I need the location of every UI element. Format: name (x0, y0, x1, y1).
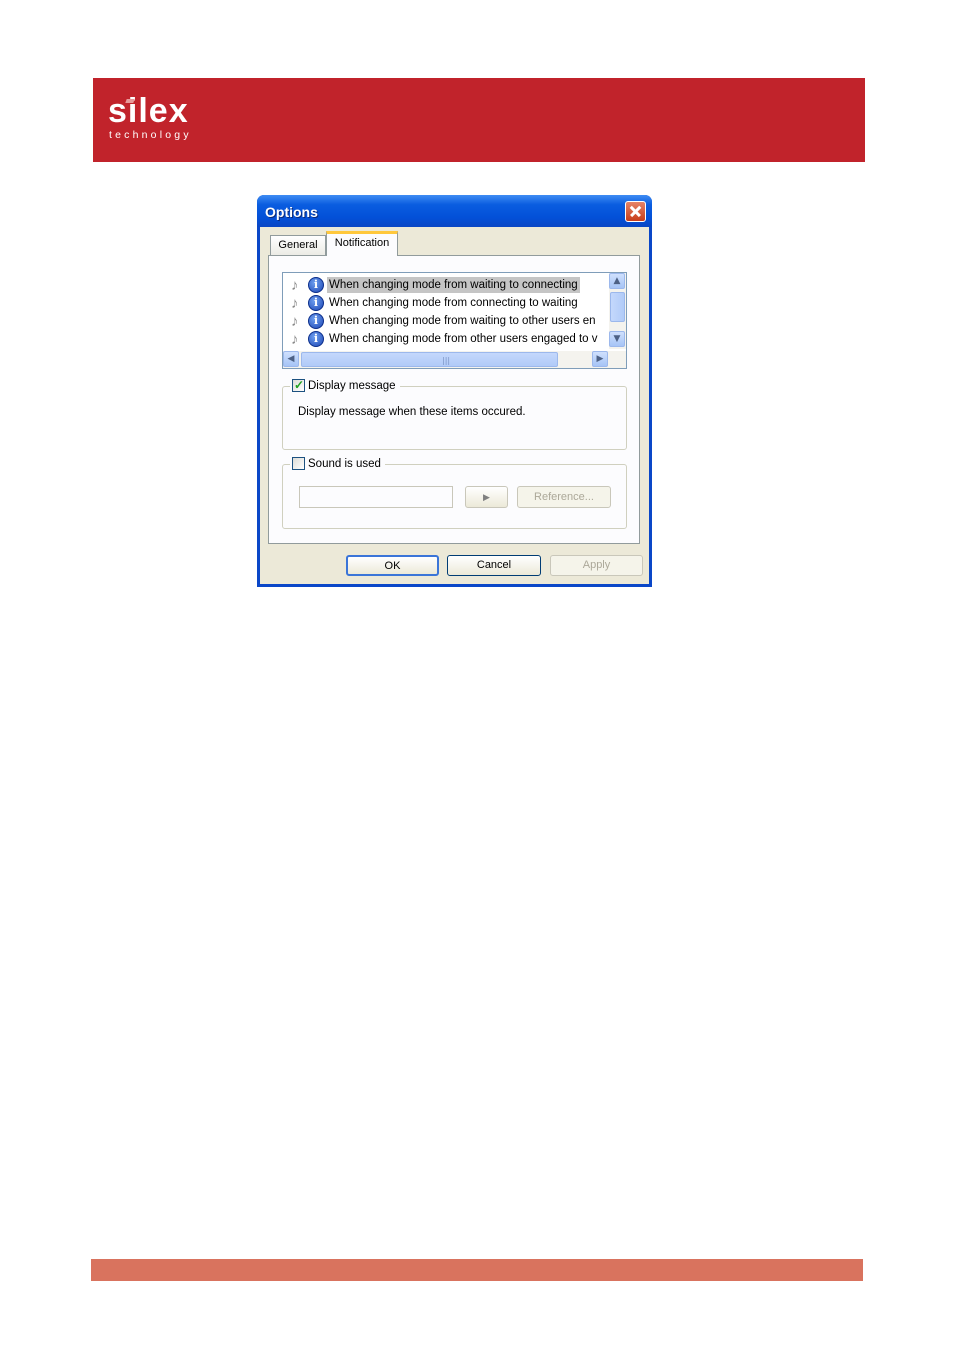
list-item[interactable]: ♪ i When changing mode from connecting t… (287, 294, 607, 312)
sound-note-icon: ♪ (291, 331, 299, 348)
sound-note-icon: ♪ (291, 313, 299, 330)
cancel-button[interactable]: Cancel (447, 555, 541, 576)
reference-button[interactable]: Reference... (517, 486, 611, 508)
list-item[interactable]: ♪ i When changing mode from other users … (287, 330, 607, 348)
sound-file-field[interactable] (299, 486, 453, 508)
list-item[interactable]: ♪ i When changing mode from waiting to c… (287, 276, 607, 294)
options-dialog: Options General Notification ♪ i When ch… (257, 195, 652, 587)
list-item-label: When changing mode from waiting to conne… (327, 277, 580, 293)
display-message-checkbox[interactable] (292, 377, 305, 393)
sound-group: Sound is used ▶ Reference... (282, 456, 627, 529)
info-icon: i (308, 331, 324, 347)
horizontal-scrollbar[interactable]: ◀ ||| ▶ (283, 351, 626, 368)
display-message-description: Display message when these items occured… (298, 406, 526, 418)
brand-header: silex technology (93, 78, 865, 162)
display-message-toggle[interactable]: Display message (290, 377, 400, 394)
apply-button[interactable]: Apply (550, 555, 643, 576)
logo-tagline: technology (109, 129, 192, 141)
vertical-scrollbar[interactable]: ▲ ▼ (609, 273, 626, 349)
tab-general[interactable]: General (270, 235, 326, 255)
scroll-down-icon[interactable]: ▼ (609, 331, 625, 347)
dialog-titlebar[interactable]: Options (257, 195, 652, 227)
sound-checkbox[interactable] (292, 457, 305, 470)
silex-logo: silex (108, 92, 189, 130)
list-item-label: When changing mode from connecting to wa… (329, 297, 578, 309)
vertical-scroll-thumb[interactable] (610, 292, 625, 322)
list-item-label: When changing mode from other users enga… (329, 333, 598, 345)
scroll-right-icon[interactable]: ▶ (592, 351, 608, 367)
scroll-grip-icon: ||| (442, 356, 451, 365)
list-item-label: When changing mode from waiting to other… (329, 315, 596, 327)
info-icon: i (308, 277, 324, 293)
footer-bar (91, 1259, 863, 1281)
display-message-group: Display message Display message when the… (282, 377, 627, 450)
horizontal-scroll-thumb[interactable]: ||| (301, 352, 558, 367)
scroll-left-icon[interactable]: ◀ (283, 351, 299, 367)
logo-accent (125, 99, 135, 103)
info-icon: i (308, 313, 324, 329)
tab-notification[interactable]: Notification (326, 231, 398, 256)
event-list[interactable]: ♪ i When changing mode from waiting to c… (282, 272, 627, 369)
close-icon[interactable] (625, 201, 646, 222)
ok-button[interactable]: OK (346, 555, 439, 576)
info-icon: i (308, 295, 324, 311)
sound-note-icon: ♪ (291, 295, 299, 312)
sound-note-icon: ♪ (291, 277, 299, 294)
dialog-title: Options (265, 204, 318, 220)
play-icon[interactable]: ▶ (465, 486, 508, 508)
sound-label: Sound is used (308, 458, 381, 470)
notification-panel: ♪ i When changing mode from waiting to c… (268, 255, 640, 544)
display-message-label: Display message (308, 380, 396, 392)
scroll-up-icon[interactable]: ▲ (609, 273, 625, 289)
dialog-client: General Notification ♪ i When changing m… (260, 227, 649, 584)
sound-toggle[interactable]: Sound is used (290, 456, 385, 472)
list-item[interactable]: ♪ i When changing mode from waiting to o… (287, 312, 607, 330)
